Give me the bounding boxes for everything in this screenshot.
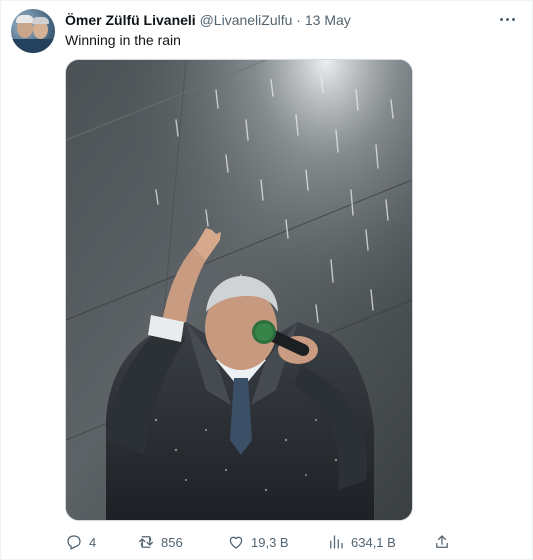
author-name[interactable]: Ömer Zülfü Livaneli	[65, 12, 196, 28]
tweet-text: Winning in the rain	[65, 32, 181, 48]
like-button[interactable]: 19,3 B	[227, 531, 289, 553]
reply-icon	[67, 535, 81, 550]
share-button[interactable]	[433, 531, 451, 553]
views-button[interactable]: 634,1 B	[327, 531, 396, 553]
reply-count: 4	[89, 534, 97, 550]
like-count: 19,3 B	[251, 534, 289, 550]
tweet-card[interactable]: Ömer Zülfü Livaneli @LivaneliZulfu · 13 …	[0, 0, 533, 560]
repost-count: 856	[161, 534, 183, 550]
tweet-header: Ömer Zülfü Livaneli @LivaneliZulfu · 13 …	[65, 11, 492, 29]
reply-button[interactable]: 4	[65, 531, 96, 553]
more-dots-icon[interactable]	[496, 9, 518, 29]
heart-icon	[229, 536, 243, 549]
header-separator: ·	[296, 12, 301, 28]
tweet-actions: 4 856 19,3 B 634,1 B	[65, 531, 455, 553]
views-bar-chart-icon	[330, 535, 343, 549]
views-count: 634,1 B	[351, 534, 396, 550]
author-avatar[interactable]	[11, 9, 55, 53]
share-icon	[436, 535, 448, 548]
repost-button[interactable]: 856	[137, 531, 183, 553]
photo-image	[66, 60, 412, 520]
repost-icon	[138, 536, 154, 548]
tweet-photo[interactable]	[65, 59, 413, 521]
tweet-date[interactable]: 13 May	[305, 12, 351, 28]
author-handle[interactable]: @LivaneliZulfu	[200, 12, 293, 28]
